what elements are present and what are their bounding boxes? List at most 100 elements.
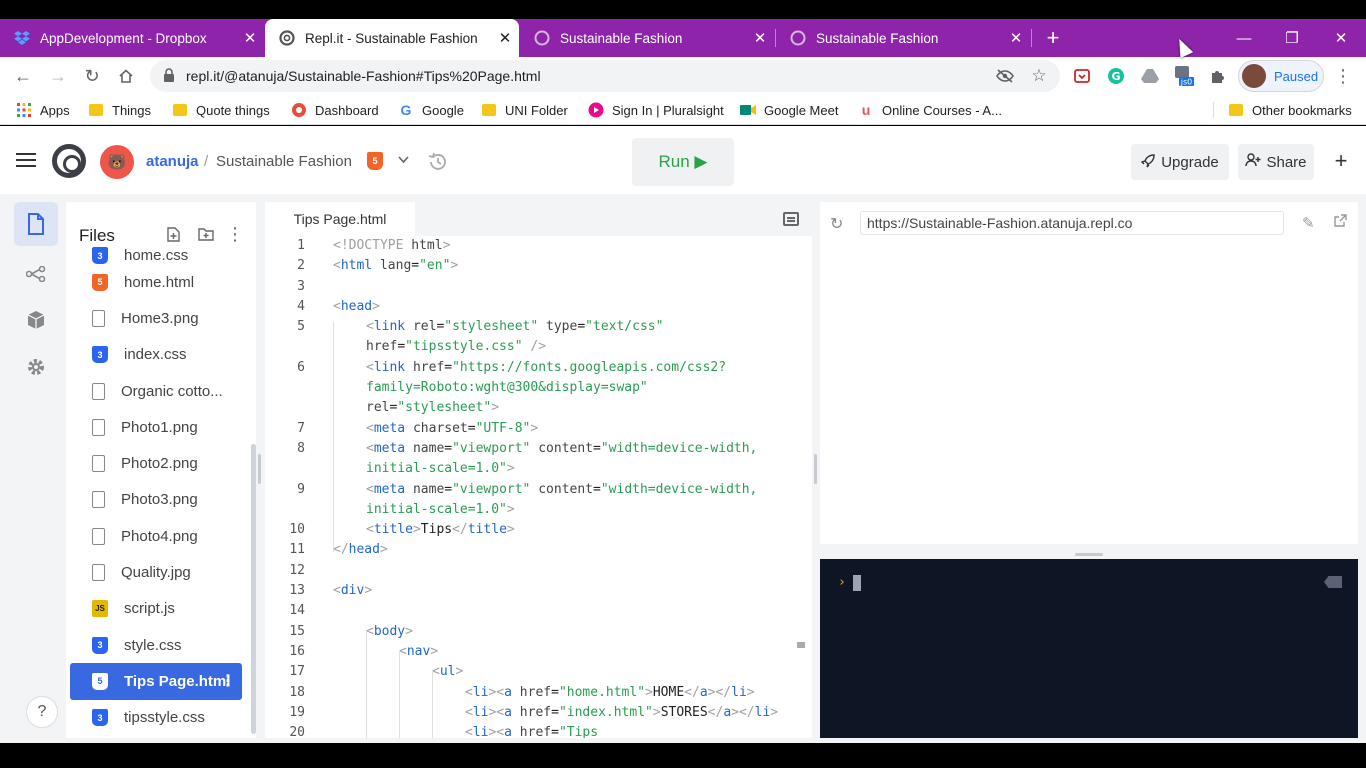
bookmark-other[interactable]: Other bookmarks — [1228, 99, 1352, 121]
code-line[interactable]: initial-scale=1.0"> — [265, 459, 798, 479]
code-line[interactable]: 6 <link href="https://fonts.googleapis.co… — [265, 358, 798, 378]
code-line[interactable]: initial-scale=1.0"> — [265, 500, 798, 520]
grammarly-icon[interactable]: G — [1105, 65, 1127, 87]
file-item[interactable]: 3 index.css — [66, 337, 256, 373]
files-menu-icon[interactable]: ⋮ — [225, 224, 245, 244]
window-close-button[interactable]: ✕ — [1318, 19, 1364, 57]
file-item[interactable]: Photo1.png — [66, 409, 256, 445]
packages-cube-icon[interactable] — [14, 298, 58, 342]
hamburger-menu-icon[interactable] — [16, 153, 36, 167]
webview-url[interactable]: https://Sustainable-Fashion.atanuja.repl… — [860, 211, 1284, 235]
code-line[interactable]: 3 — [265, 277, 798, 297]
code-line[interactable]: 2 <html lang="en"> — [265, 256, 798, 276]
help-button[interactable]: ? — [26, 696, 58, 728]
code-editor[interactable]: Tips Page.html 1 <!DOCTYPE html> 2 <html la… — [265, 202, 812, 738]
bookmark-things[interactable]: Things — [88, 99, 151, 121]
code-line[interactable]: href="tipsstyle.css" /> — [265, 337, 798, 357]
files-scrollbar[interactable] — [251, 444, 256, 734]
bookmark-quote-things[interactable]: Quote things — [172, 99, 270, 121]
editor-scrollbar[interactable] — [797, 642, 805, 648]
code-line[interactable]: 4 <head> — [265, 297, 798, 317]
new-tab-button[interactable]: + — [1030, 19, 1076, 57]
bookmark-google-meet[interactable]: Google Meet — [740, 99, 838, 121]
file-item[interactable]: 3 tipsstyle.css — [66, 700, 256, 736]
code-line[interactable]: 8 <meta name="viewport" content="width=de… — [265, 439, 798, 459]
share-button[interactable]: Share — [1238, 144, 1314, 180]
open-external-icon[interactable] — [1334, 214, 1347, 231]
vertical-resize-handle[interactable] — [1075, 553, 1103, 556]
code-line[interactable]: 12 — [265, 561, 798, 581]
code-line[interactable]: 13 <div> — [265, 581, 798, 601]
pocket-extension-icon[interactable] — [1071, 65, 1093, 87]
file-item[interactable]: Photo2.png — [66, 445, 256, 481]
code-line[interactable]: 17 <ul> — [265, 662, 798, 682]
file-item[interactable]: Photo3.png — [66, 482, 256, 518]
code-line[interactable]: 11 </head> — [265, 540, 798, 560]
js-extension-icon[interactable]: js0 — [1173, 65, 1195, 87]
repl-owner-link[interactable]: atanuja — [146, 153, 199, 170]
code-line[interactable]: 9 <meta name="viewport" content="width=de… — [265, 480, 798, 500]
file-item[interactable]: Home3.png — [66, 300, 256, 336]
browser-tab-preview-2[interactable]: Sustainable Fashion ✕ — [776, 19, 1030, 57]
upgrade-button[interactable]: Upgrade — [1131, 144, 1229, 180]
new-repl-button[interactable]: + — [1328, 146, 1354, 176]
file-item[interactable]: 5 home.html — [66, 264, 256, 300]
tab-close-icon[interactable]: ✕ — [236, 29, 264, 47]
console-panel[interactable]: › — [820, 559, 1358, 738]
bookmark-google[interactable]: G Google — [398, 99, 464, 121]
browser-menu-icon[interactable]: ⋮ — [1332, 65, 1354, 87]
avatar[interactable]: 🐻 — [100, 145, 134, 179]
star-icon[interactable]: ☆ — [1028, 65, 1050, 87]
file-item[interactable]: Organic cotto... — [66, 373, 256, 409]
eye-off-icon[interactable] — [994, 65, 1016, 87]
replit-logo[interactable] — [52, 144, 86, 178]
tab-close-icon[interactable]: ✕ — [746, 29, 774, 47]
profile-button[interactable]: Paused — [1238, 60, 1324, 92]
address-bar[interactable]: repl.it/@atanuja/Sustainable-Fashion#Tip… — [150, 60, 1060, 92]
code-line[interactable]: 19 <li><a href="index.html">STORES</a></l… — [265, 703, 798, 723]
refresh-icon[interactable]: ↻ — [830, 214, 843, 234]
format-code-icon[interactable] — [783, 212, 799, 226]
back-icon[interactable]: ← — [8, 61, 38, 91]
file-item[interactable]: Quality.jpg — [66, 554, 256, 590]
gear-icon[interactable] — [14, 345, 58, 389]
file-item[interactable]: 3 home.css — [66, 244, 256, 264]
code-line[interactable]: 16 <nav> — [265, 642, 798, 662]
code-line[interactable]: 1 <!DOCTYPE html> — [265, 236, 798, 256]
bookmark-pluralsight[interactable]: Sign In | Pluralsight — [588, 99, 724, 121]
add-file-icon[interactable] — [163, 224, 183, 244]
file-item[interactable]: JS script.js — [66, 591, 256, 627]
tab-close-icon[interactable]: ✕ — [491, 29, 519, 47]
run-button[interactable]: Run ▶ — [632, 138, 734, 186]
clear-console-icon[interactable] — [1324, 576, 1342, 588]
forward-icon[interactable]: → — [43, 61, 73, 91]
panel-resize-handle[interactable] — [814, 454, 817, 484]
browser-tab-replit[interactable]: Repl.it - Sustainable Fashion ✕ — [265, 19, 519, 57]
reload-icon[interactable]: ↻ — [77, 61, 107, 91]
code-line[interactable]: 5 <link rel="stylesheet" type="text/css" — [265, 317, 798, 337]
code-line[interactable]: 15 <body> — [265, 622, 798, 642]
code-line[interactable]: 14 — [265, 601, 798, 621]
tab-close-icon[interactable]: ✕ — [1002, 29, 1030, 47]
minimize-button[interactable]: — — [1221, 19, 1267, 57]
editor-tab[interactable]: Tips Page.html — [265, 202, 415, 236]
file-item[interactable]: Photo4.png — [66, 518, 256, 554]
chevron-down-icon[interactable] — [398, 152, 409, 167]
extensions-puzzle-icon[interactable] — [1207, 65, 1229, 87]
code-line[interactable]: 20 <li><a href="Tips — [265, 723, 798, 738]
code-line[interactable]: 18 <li><a href="home.html">HOME</a></li> — [265, 683, 798, 703]
panel-resize-handle[interactable] — [258, 454, 261, 484]
code-line[interactable]: 7 <meta charset="UTF-8"> — [265, 419, 798, 439]
add-folder-icon[interactable] — [196, 224, 216, 244]
repl-name[interactable]: Sustainable Fashion — [216, 153, 352, 170]
code-line[interactable]: rel="stylesheet"> — [265, 398, 798, 418]
file-item[interactable]: 3 style.css — [66, 627, 256, 663]
bookmark-online-courses[interactable]: u Online Courses - A... — [858, 99, 1002, 121]
browser-tab-dropbox[interactable]: AppDevelopment - Dropbox ✕ — [0, 19, 264, 57]
code-line[interactable]: family=Roboto:wght@300&display=swap" — [265, 378, 798, 398]
bookmark-apps[interactable]: Apps — [16, 99, 70, 121]
bookmark-uni-folder[interactable]: UNI Folder — [481, 99, 568, 121]
version-control-icon[interactable] — [14, 252, 58, 296]
edit-pencil-icon[interactable]: ✎ — [1302, 214, 1315, 232]
home-icon[interactable] — [111, 61, 141, 91]
